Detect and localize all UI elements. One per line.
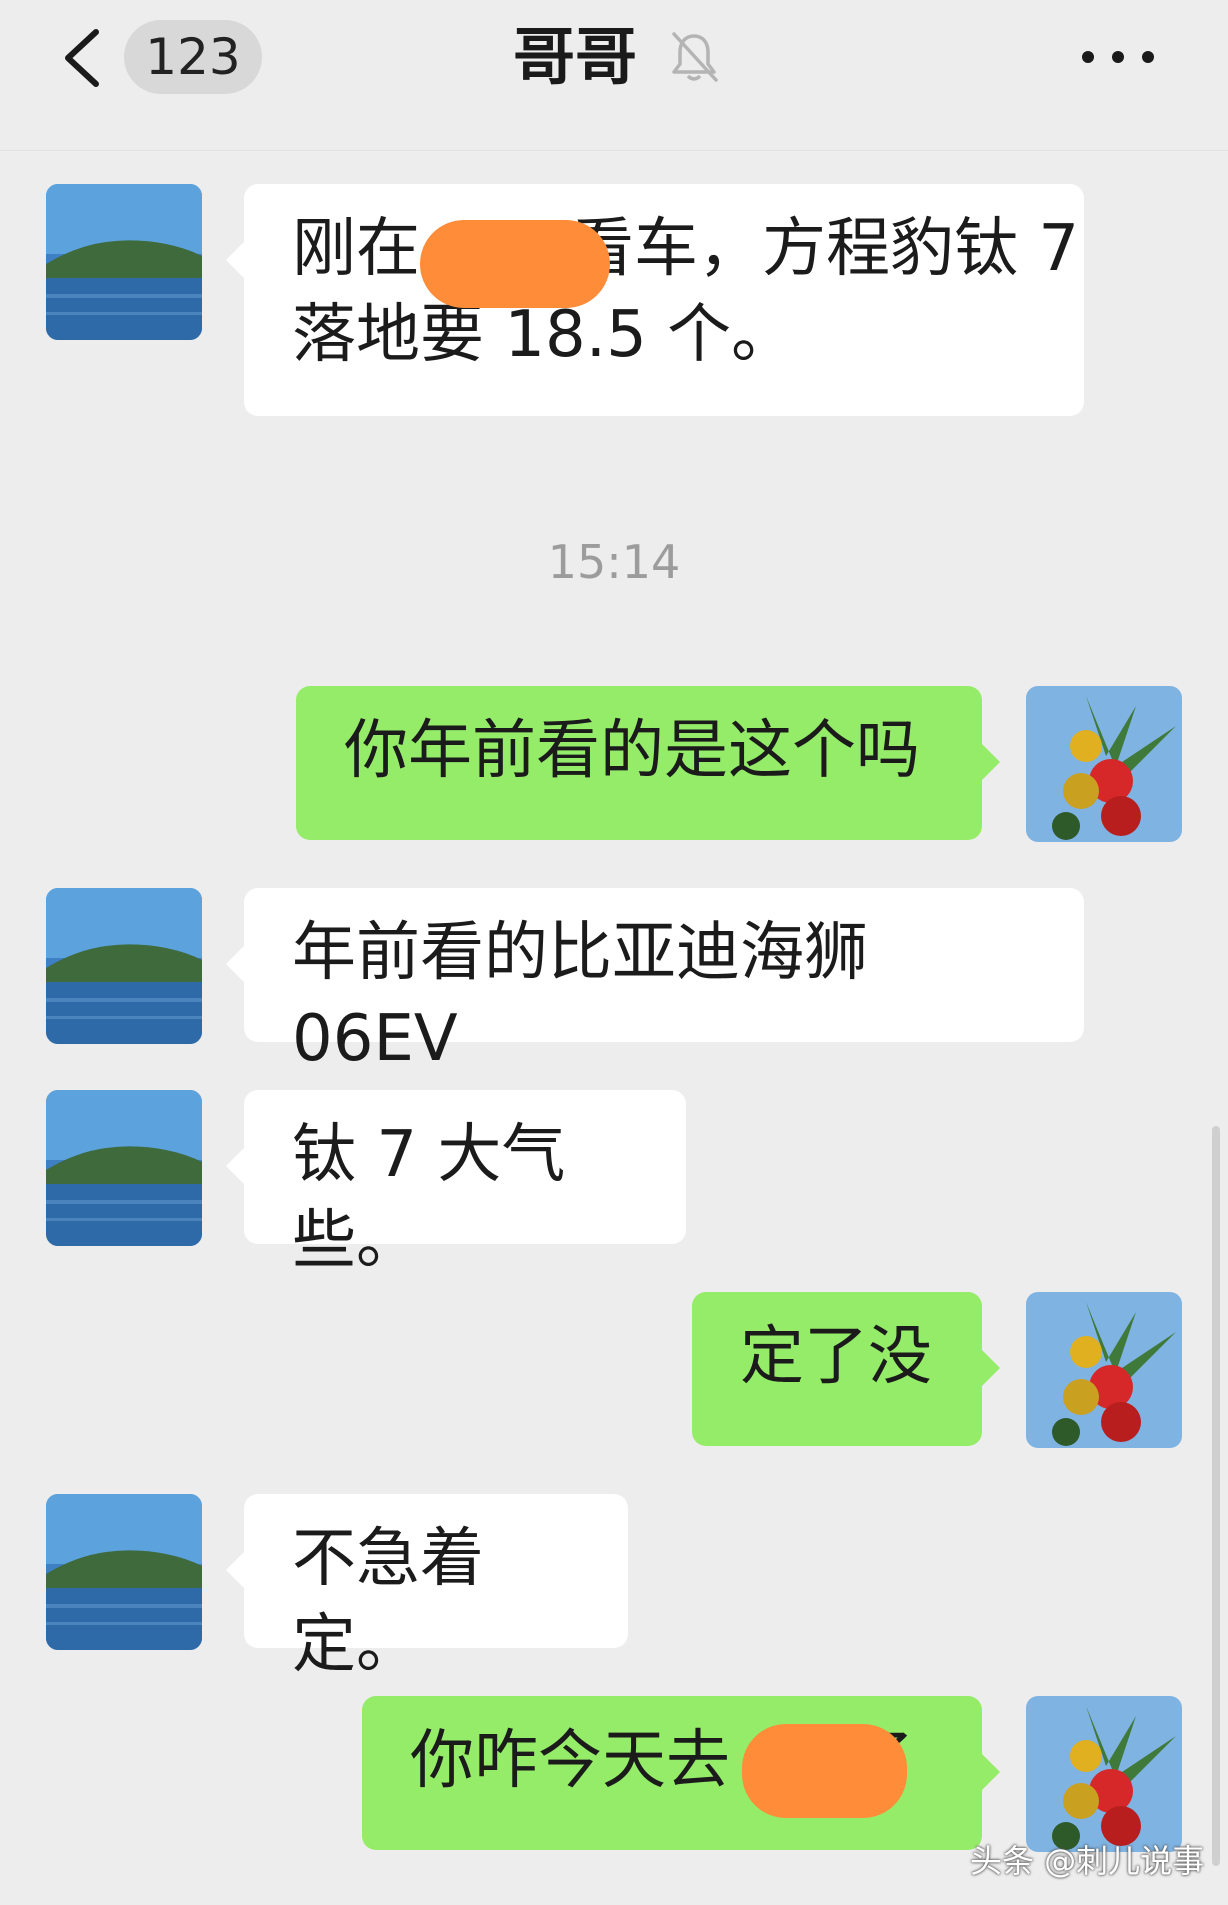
message-text: 看车，方程豹钛 7 [570,212,1080,286]
message-text: 你年前看的是这个吗 [344,714,920,788]
chat-title: 哥哥 [512,20,637,93]
chevron-left-icon[interactable] [58,28,106,88]
message-timestamp: 15:14 [547,535,681,589]
bell-off-icon [672,32,718,82]
redaction-mark [420,220,610,308]
contact-avatar[interactable] [46,1494,202,1650]
message-bubble-outgoing[interactable]: 定了没 [692,1292,1000,1446]
my-avatar[interactable] [1026,686,1182,842]
message-text: 定了没 [740,1320,932,1394]
contact-avatar[interactable] [46,184,202,340]
message-bubble-outgoing[interactable]: 你年前看的是这个吗 [296,686,1000,840]
my-avatar[interactable] [1026,1292,1182,1448]
contact-avatar[interactable] [46,888,202,1044]
message-text: 落地要 18.5 个。 [292,298,796,372]
more-dots-icon[interactable] [1080,42,1156,72]
scrollbar[interactable] [1212,1126,1220,1866]
message-bubble-incoming[interactable]: 不急着定。 [226,1494,628,1682]
message-bubble-outgoing[interactable]: 你咋今天去了 [362,1696,1000,1850]
unread-count-badge[interactable]: 123 [124,20,262,94]
message-bubble-incoming[interactable]: 钛 7 大气些。 [226,1090,686,1278]
redaction-mark [742,1724,907,1818]
watermark: 头条 @刺儿说事 [970,1842,1205,1880]
message-bubble-incoming[interactable]: 刚在 看车，方程豹钛 7 落地要 18.5 个。 [226,184,1084,416]
message-text: 年前看的比亚迪海狮 06EV [292,916,868,1076]
message-text: 钛 7 大气些。 [292,1118,566,1278]
contact-avatar[interactable] [46,1090,202,1246]
message-text: 你咋今天去 [410,1724,730,1798]
chat-header: 123 哥哥 [0,0,1228,151]
message-bubble-incoming[interactable]: 年前看的比亚迪海狮 06EV [226,888,1084,1076]
my-avatar[interactable] [1026,1696,1182,1852]
message-text: 刚在 [292,212,420,286]
message-text: 不急着定。 [292,1522,484,1682]
